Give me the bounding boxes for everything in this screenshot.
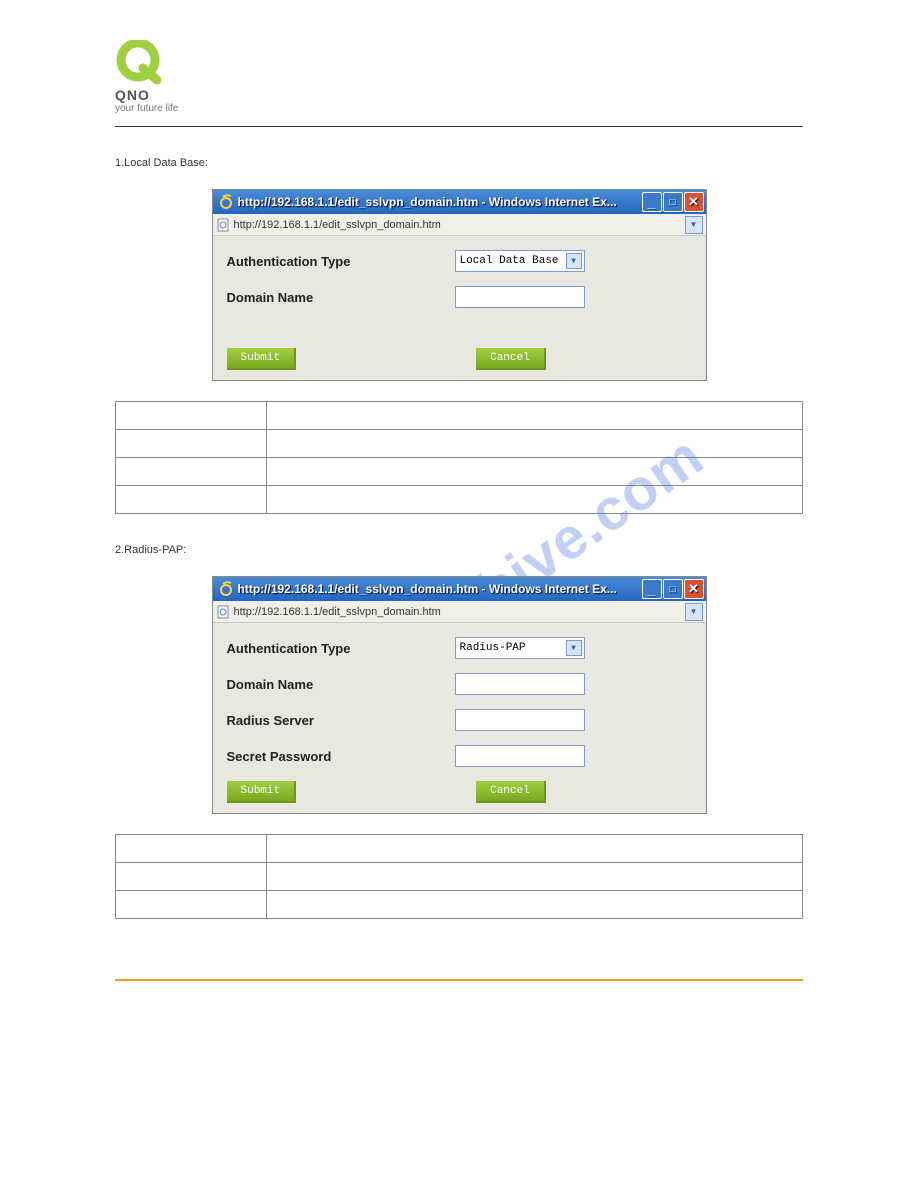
radius-server-input[interactable] <box>455 709 585 731</box>
domain-name-input[interactable] <box>455 673 585 695</box>
description-table-1 <box>115 401 803 514</box>
address-text: http://192.168.1.1/edit_sslvpn_domain.ht… <box>234 219 685 231</box>
table-row <box>116 863 803 891</box>
table-row <box>116 891 803 919</box>
window-title: http://192.168.1.1/edit_sslvpn_domain.ht… <box>238 582 641 596</box>
address-text: http://192.168.1.1/edit_sslvpn_domain.ht… <box>234 606 685 618</box>
auth-type-select[interactable]: Local Data Base ▼ <box>455 250 585 272</box>
logo-icon <box>115 40 165 85</box>
page-icon <box>216 605 230 619</box>
section-subtitle-2: 2.Radius-PAP: <box>115 544 803 556</box>
table-row <box>116 486 803 514</box>
chevron-down-icon: ▼ <box>566 253 582 269</box>
table-row <box>116 430 803 458</box>
domain-name-input[interactable] <box>455 286 585 308</box>
address-dropdown-icon[interactable]: ▼ <box>685 216 703 234</box>
ie-icon <box>218 581 234 597</box>
section-subtitle-1: 1.Local Data Base: <box>115 157 803 169</box>
page-header: QNO your future life <box>115 40 803 116</box>
address-bar: http://192.168.1.1/edit_sslvpn_domain.ht… <box>213 214 706 236</box>
maximize-button[interactable]: □ <box>663 579 683 599</box>
brand-tagline: your future life <box>115 103 178 114</box>
chevron-down-icon: ▼ <box>566 640 582 656</box>
title-bar: http://192.168.1.1/edit_sslvpn_domain.ht… <box>213 190 706 214</box>
logo: QNO your future life <box>115 40 178 114</box>
footer-divider <box>115 979 803 981</box>
ie-window-2: http://192.168.1.1/edit_sslvpn_domain.ht… <box>212 576 707 814</box>
submit-button[interactable]: Submit <box>227 348 297 370</box>
close-button[interactable]: ✕ <box>684 192 704 212</box>
table-row <box>116 835 803 863</box>
cancel-button[interactable]: Cancel <box>476 781 546 803</box>
table-row <box>116 402 803 430</box>
minimize-button[interactable]: _ <box>642 192 662 212</box>
auth-type-select[interactable]: Radius-PAP ▼ <box>455 637 585 659</box>
brand-name: QNO <box>115 87 178 103</box>
address-bar: http://192.168.1.1/edit_sslvpn_domain.ht… <box>213 601 706 623</box>
header-divider <box>115 126 803 127</box>
domain-name-label: Domain Name <box>227 290 455 305</box>
auth-type-label: Authentication Type <box>227 641 455 656</box>
cancel-button[interactable]: Cancel <box>476 348 546 370</box>
window-title: http://192.168.1.1/edit_sslvpn_domain.ht… <box>238 195 641 209</box>
submit-button[interactable]: Submit <box>227 781 297 803</box>
secret-password-label: Secret Password <box>227 749 455 764</box>
ie-icon <box>218 194 234 210</box>
address-dropdown-icon[interactable]: ▼ <box>685 603 703 621</box>
minimize-button[interactable]: _ <box>642 579 662 599</box>
auth-type-value: Radius-PAP <box>460 642 526 654</box>
ie-window-1: http://192.168.1.1/edit_sslvpn_domain.ht… <box>212 189 707 381</box>
radius-server-label: Radius Server <box>227 713 455 728</box>
domain-name-label: Domain Name <box>227 677 455 692</box>
title-bar: http://192.168.1.1/edit_sslvpn_domain.ht… <box>213 577 706 601</box>
auth-type-value: Local Data Base <box>460 255 559 267</box>
close-button[interactable]: ✕ <box>684 579 704 599</box>
secret-password-input[interactable] <box>455 745 585 767</box>
page-icon <box>216 218 230 232</box>
maximize-button[interactable]: □ <box>663 192 683 212</box>
description-table-2 <box>115 834 803 919</box>
auth-type-label: Authentication Type <box>227 254 455 269</box>
table-row <box>116 458 803 486</box>
